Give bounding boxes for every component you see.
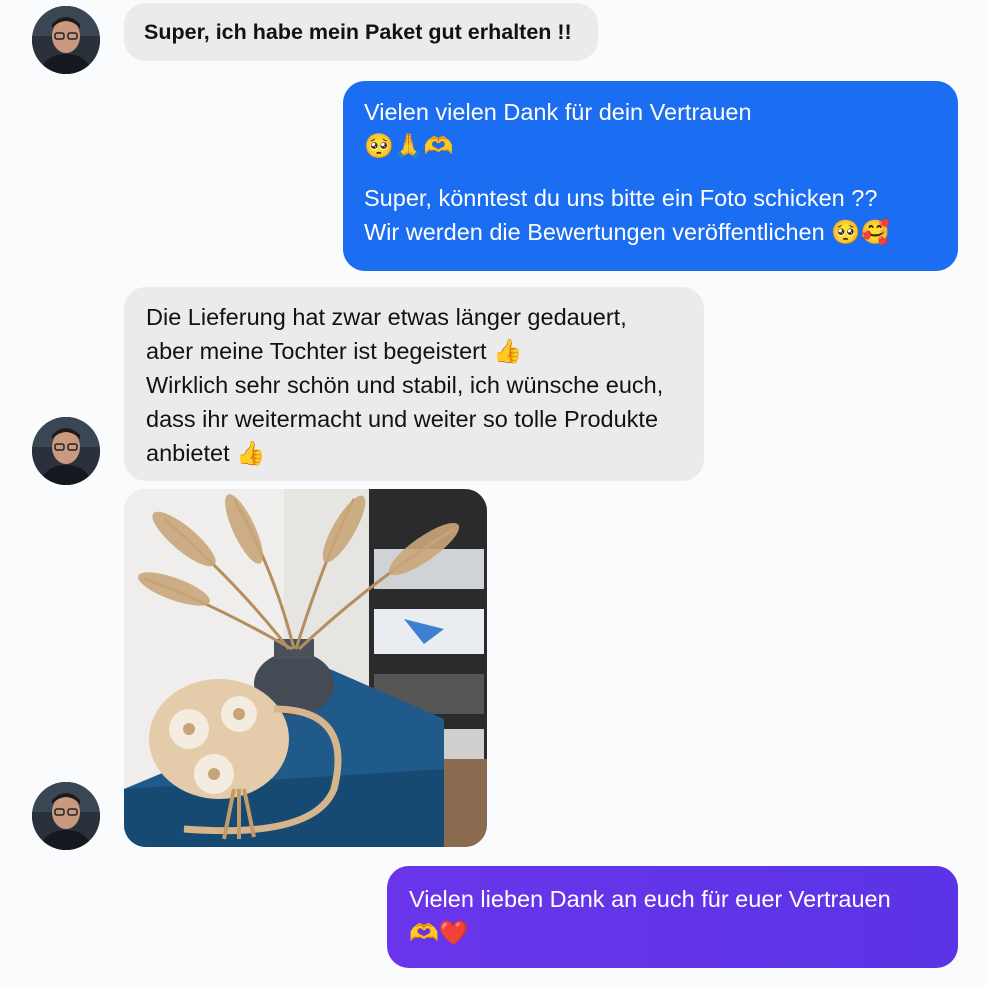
photo-attachment[interactable] (124, 489, 487, 847)
message-text: dass ihr weitermacht und weiter so tolle… (146, 406, 659, 432)
message-text: aber meine Tochter ist begeistert 👍 (146, 338, 523, 364)
message-emoji: 🫶❤️ (409, 919, 469, 947)
outgoing-message[interactable]: Vielen vielen Dank für dein Vertrauen 🥺🙏… (343, 81, 958, 271)
message-text: Vielen lieben Dank an euch für euer Vert… (409, 886, 891, 912)
message-text: Wir werden die Bewertungen veröffentlich… (364, 219, 890, 245)
message-text: Vielen vielen Dank für dein Vertrauen (364, 99, 752, 125)
avatar-image (32, 417, 100, 485)
incoming-message[interactable]: Super, ich habe mein Paket gut erhalten … (124, 3, 598, 61)
message-emoji: 🥺🙏🫶 (364, 132, 454, 160)
incoming-message[interactable]: Die Lieferung hat zwar etwas länger geda… (124, 287, 704, 481)
message-text: Super, könntest du uns bitte ein Foto sc… (364, 185, 878, 211)
avatar-image (32, 782, 100, 850)
avatar-image (32, 6, 100, 74)
contact-avatar[interactable] (32, 6, 100, 74)
outgoing-message[interactable]: Vielen lieben Dank an euch für euer Vert… (387, 866, 958, 968)
message-text: Die Lieferung hat zwar etwas länger geda… (146, 304, 627, 330)
photo-image (124, 489, 487, 847)
message-text: anbietet 👍 (146, 440, 266, 466)
contact-avatar[interactable] (32, 417, 100, 485)
message-text: Wirklich sehr schön und stabil, ich wüns… (146, 372, 664, 398)
message-text: Super, ich habe mein Paket gut erhalten … (144, 20, 572, 44)
contact-avatar[interactable] (32, 782, 100, 850)
